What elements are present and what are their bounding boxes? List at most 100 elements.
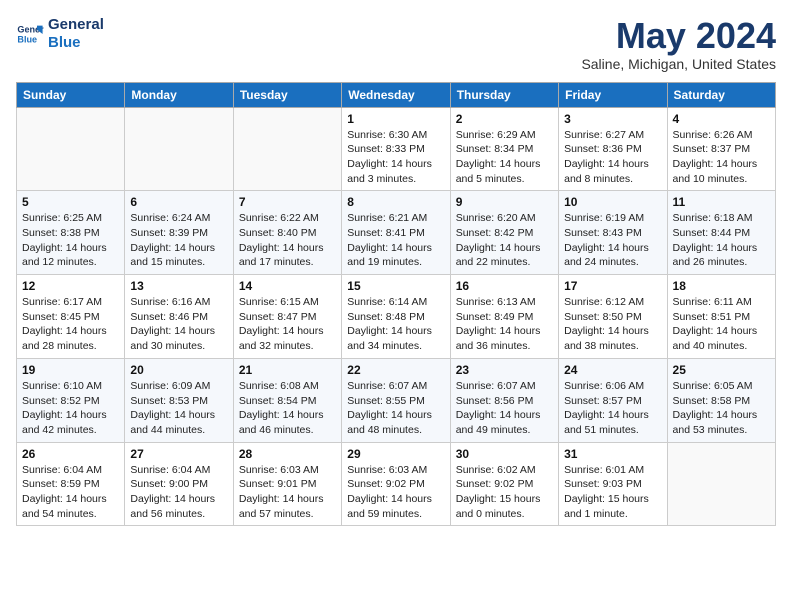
- day-number: 13: [130, 279, 227, 293]
- calendar-day-11: 11Sunrise: 6:18 AM Sunset: 8:44 PM Dayli…: [667, 191, 775, 275]
- calendar-day-25: 25 Sunrise: 6:05 AM Sunset: 8:58 PM Dayli…: [667, 358, 775, 442]
- day-number: 19: [22, 363, 119, 377]
- day-number: 31: [564, 447, 661, 461]
- day-number: 5: [22, 195, 119, 209]
- day-info: Sunrise: 6:04 AM Sunset: 9:00 PM Dayligh…: [130, 463, 227, 522]
- day-info: Sunrise: 6:12 AM Sunset: 8:50 PM Dayligh…: [564, 295, 661, 354]
- day-number: 25: [673, 363, 770, 377]
- calendar-day-3: 3 Sunrise: 6:27 AM Sunset: 8:36 PM Daylig…: [559, 107, 667, 191]
- day-number: 22: [347, 363, 444, 377]
- day-number: 18: [673, 279, 770, 293]
- day-number: 4: [673, 112, 770, 126]
- calendar-week-row: 26Sunrise: 6:04 AM Sunset: 8:59 PM Dayli…: [17, 442, 776, 526]
- calendar-day-8: 8 Sunrise: 6:21 AM Sunset: 8:41 PM Daylig…: [342, 191, 450, 275]
- day-info: Sunrise: 6:25 AM Sunset: 8:38 PM Dayligh…: [22, 211, 119, 270]
- day-number: 14: [239, 279, 336, 293]
- day-info: Sunrise: 6:06 AM Sunset: 8:57 PM Dayligh…: [564, 379, 661, 438]
- day-number: 23: [456, 363, 553, 377]
- calendar-header-thursday: Thursday: [450, 82, 558, 107]
- day-number: 29: [347, 447, 444, 461]
- day-info: Sunrise: 6:07 AM Sunset: 8:56 PM Dayligh…: [456, 379, 553, 438]
- location: Saline, Michigan, United States: [581, 56, 776, 72]
- day-info: Sunrise: 6:30 AM Sunset: 8:33 PM Dayligh…: [347, 128, 444, 187]
- calendar-day-20: 20 Sunrise: 6:09 AM Sunset: 8:53 PM Dayli…: [125, 358, 233, 442]
- calendar-day-17: 17 Sunrise: 6:12 AM Sunset: 8:50 PM Dayli…: [559, 275, 667, 359]
- day-number: 10: [564, 195, 661, 209]
- calendar-week-row: 1 Sunrise: 6:30 AM Sunset: 8:33 PM Daylig…: [17, 107, 776, 191]
- day-info: Sunrise: 6:02 AM Sunset: 9:02 PM Dayligh…: [456, 463, 553, 522]
- day-number: 28: [239, 447, 336, 461]
- calendar-day-16: 16Sunrise: 6:13 AM Sunset: 8:49 PM Dayli…: [450, 275, 558, 359]
- calendar-day-12: 12 Sunrise: 6:17 AM Sunset: 8:45 PM Dayli…: [17, 275, 125, 359]
- calendar-empty-cell: [125, 107, 233, 191]
- day-info: Sunrise: 6:15 AM Sunset: 8:47 PM Dayligh…: [239, 295, 336, 354]
- day-number: 30: [456, 447, 553, 461]
- day-number: 1: [347, 112, 444, 126]
- day-number: 9: [456, 195, 553, 209]
- day-info: Sunrise: 6:17 AM Sunset: 8:45 PM Dayligh…: [22, 295, 119, 354]
- day-info: Sunrise: 6:08 AM Sunset: 8:54 PM Dayligh…: [239, 379, 336, 438]
- day-number: 12: [22, 279, 119, 293]
- calendar-day-18: 18 Sunrise: 6:11 AM Sunset: 8:51 PM Dayli…: [667, 275, 775, 359]
- day-info: Sunrise: 6:21 AM Sunset: 8:41 PM Dayligh…: [347, 211, 444, 270]
- calendar-table: SundayMondayTuesdayWednesdayThursdayFrid…: [16, 82, 776, 527]
- calendar-day-29: 29 Sunrise: 6:03 AM Sunset: 9:02 PM Dayli…: [342, 442, 450, 526]
- logo-icon: General Blue: [16, 20, 44, 48]
- day-info: Sunrise: 6:03 AM Sunset: 9:01 PM Dayligh…: [239, 463, 336, 522]
- svg-text:Blue: Blue: [17, 34, 37, 44]
- calendar-week-row: 19Sunrise: 6:10 AM Sunset: 8:52 PM Dayli…: [17, 358, 776, 442]
- calendar-day-26: 26Sunrise: 6:04 AM Sunset: 8:59 PM Dayli…: [17, 442, 125, 526]
- day-number: 24: [564, 363, 661, 377]
- calendar-day-22: 22 Sunrise: 6:07 AM Sunset: 8:55 PM Dayli…: [342, 358, 450, 442]
- day-info: Sunrise: 6:16 AM Sunset: 8:46 PM Dayligh…: [130, 295, 227, 354]
- month-title: May 2024: [581, 16, 776, 56]
- day-info: Sunrise: 6:22 AM Sunset: 8:40 PM Dayligh…: [239, 211, 336, 270]
- day-info: Sunrise: 6:05 AM Sunset: 8:58 PM Dayligh…: [673, 379, 770, 438]
- calendar-day-31: 31 Sunrise: 6:01 AM Sunset: 9:03 PM Dayli…: [559, 442, 667, 526]
- calendar-header-wednesday: Wednesday: [342, 82, 450, 107]
- calendar-day-24: 24 Sunrise: 6:06 AM Sunset: 8:57 PM Dayli…: [559, 358, 667, 442]
- calendar-day-21: 21 Sunrise: 6:08 AM Sunset: 8:54 PM Dayli…: [233, 358, 341, 442]
- calendar-header-friday: Friday: [559, 82, 667, 107]
- calendar-header-sunday: Sunday: [17, 82, 125, 107]
- calendar-day-4: 4 Sunrise: 6:26 AM Sunset: 8:37 PM Daylig…: [667, 107, 775, 191]
- day-number: 21: [239, 363, 336, 377]
- day-number: 15: [347, 279, 444, 293]
- logo-text-general: General: [48, 16, 104, 34]
- day-info: Sunrise: 6:09 AM Sunset: 8:53 PM Dayligh…: [130, 379, 227, 438]
- logo-text-blue: Blue: [48, 34, 104, 52]
- day-number: 16: [456, 279, 553, 293]
- calendar-empty-cell: [233, 107, 341, 191]
- calendar-day-15: 15 Sunrise: 6:14 AM Sunset: 8:48 PM Dayli…: [342, 275, 450, 359]
- day-number: 17: [564, 279, 661, 293]
- calendar-day-30: 30 Sunrise: 6:02 AM Sunset: 9:02 PM Dayli…: [450, 442, 558, 526]
- day-info: Sunrise: 6:26 AM Sunset: 8:37 PM Dayligh…: [673, 128, 770, 187]
- day-info: Sunrise: 6:14 AM Sunset: 8:48 PM Dayligh…: [347, 295, 444, 354]
- day-info: Sunrise: 6:20 AM Sunset: 8:42 PM Dayligh…: [456, 211, 553, 270]
- day-info: Sunrise: 6:19 AM Sunset: 8:43 PM Dayligh…: [564, 211, 661, 270]
- calendar-header-monday: Monday: [125, 82, 233, 107]
- calendar-day-19: 19Sunrise: 6:10 AM Sunset: 8:52 PM Dayli…: [17, 358, 125, 442]
- day-info: Sunrise: 6:11 AM Sunset: 8:51 PM Dayligh…: [673, 295, 770, 354]
- calendar-day-5: 5 Sunrise: 6:25 AM Sunset: 8:38 PM Daylig…: [17, 191, 125, 275]
- day-number: 3: [564, 112, 661, 126]
- day-info: Sunrise: 6:03 AM Sunset: 9:02 PM Dayligh…: [347, 463, 444, 522]
- day-info: Sunrise: 6:04 AM Sunset: 8:59 PM Dayligh…: [22, 463, 119, 522]
- calendar-day-27: 27Sunrise: 6:04 AM Sunset: 9:00 PM Dayli…: [125, 442, 233, 526]
- calendar-day-2: 2 Sunrise: 6:29 AM Sunset: 8:34 PM Daylig…: [450, 107, 558, 191]
- day-number: 2: [456, 112, 553, 126]
- day-info: Sunrise: 6:24 AM Sunset: 8:39 PM Dayligh…: [130, 211, 227, 270]
- calendar-day-28: 28 Sunrise: 6:03 AM Sunset: 9:01 PM Dayli…: [233, 442, 341, 526]
- day-info: Sunrise: 6:07 AM Sunset: 8:55 PM Dayligh…: [347, 379, 444, 438]
- calendar-day-7: 7 Sunrise: 6:22 AM Sunset: 8:40 PM Daylig…: [233, 191, 341, 275]
- calendar-header-saturday: Saturday: [667, 82, 775, 107]
- calendar-week-row: 12 Sunrise: 6:17 AM Sunset: 8:45 PM Dayli…: [17, 275, 776, 359]
- day-number: 20: [130, 363, 227, 377]
- day-info: Sunrise: 6:27 AM Sunset: 8:36 PM Dayligh…: [564, 128, 661, 187]
- day-info: Sunrise: 6:29 AM Sunset: 8:34 PM Dayligh…: [456, 128, 553, 187]
- day-number: 8: [347, 195, 444, 209]
- day-number: 7: [239, 195, 336, 209]
- day-info: Sunrise: 6:01 AM Sunset: 9:03 PM Dayligh…: [564, 463, 661, 522]
- day-info: Sunrise: 6:18 AM Sunset: 8:44 PM Dayligh…: [673, 211, 770, 270]
- title-block: May 2024 Saline, Michigan, United States: [581, 16, 776, 72]
